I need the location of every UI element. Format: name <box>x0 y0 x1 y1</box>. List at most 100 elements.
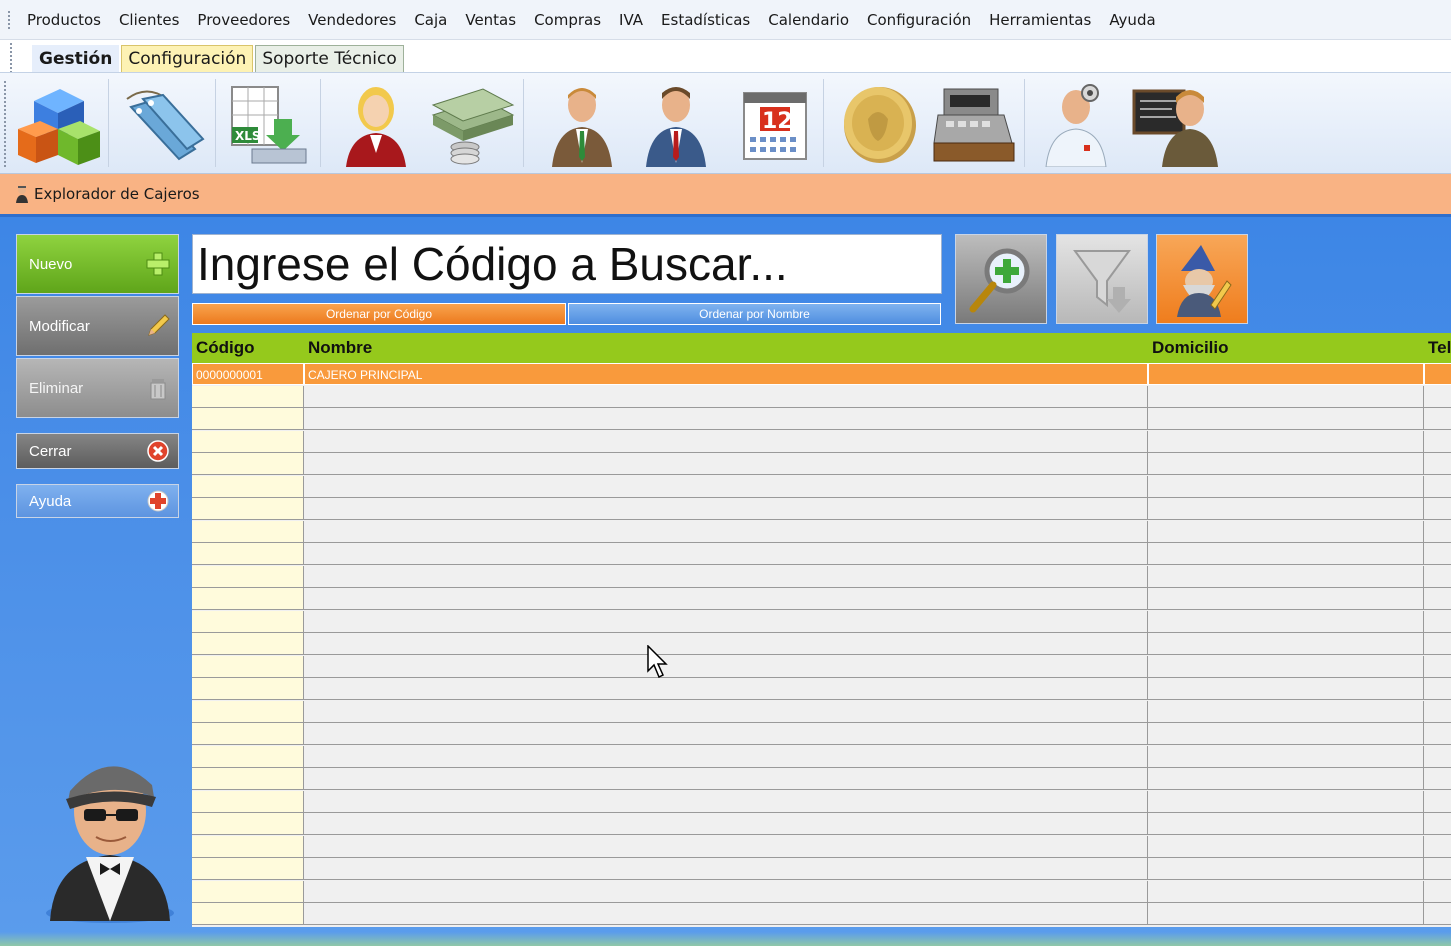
cell-domicilio[interactable] <box>1148 880 1424 903</box>
cell-domicilio[interactable] <box>1148 520 1424 543</box>
cell-tel[interactable] <box>1424 880 1451 903</box>
cell-codigo[interactable] <box>192 723 304 745</box>
cell-domicilio[interactable] <box>1148 498 1424 520</box>
table-row[interactable] <box>192 565 1451 589</box>
cell-tel[interactable] <box>1424 498 1451 520</box>
cell-tel[interactable] <box>1424 408 1451 430</box>
cell-codigo[interactable] <box>192 543 304 565</box>
ribbon-capacitacion-button[interactable] <box>1130 76 1222 170</box>
column-tel[interactable]: Tel <box>1424 333 1451 363</box>
search-input[interactable] <box>192 234 942 294</box>
search-add-button[interactable] <box>955 234 1047 324</box>
tab-configuracion[interactable]: Configuración <box>121 45 254 73</box>
cell-tel[interactable] <box>1424 588 1451 610</box>
table-row[interactable] <box>192 700 1451 724</box>
table-row[interactable] <box>192 678 1451 701</box>
cell-nombre[interactable] <box>304 655 1148 678</box>
sort-by-code-button[interactable]: Ordenar por Código <box>192 303 566 325</box>
cell-nombre[interactable] <box>304 903 1148 925</box>
cell-nombre[interactable] <box>304 498 1148 520</box>
table-row[interactable] <box>192 655 1451 679</box>
cell-domicilio[interactable] <box>1148 813 1424 835</box>
ayuda-button[interactable]: Ayuda <box>16 484 179 518</box>
cell-tel[interactable] <box>1424 768 1451 790</box>
cell-nombre[interactable] <box>304 745 1148 768</box>
menu-calendario[interactable]: Calendario <box>759 8 858 32</box>
cell-nombre[interactable] <box>304 813 1148 835</box>
table-row[interactable] <box>192 408 1451 431</box>
column-domicilio[interactable]: Domicilio <box>1148 333 1424 363</box>
menu-productos[interactable]: Productos <box>18 8 110 32</box>
cell-domicilio[interactable] <box>1148 565 1424 588</box>
cell-domicilio[interactable] <box>1148 543 1424 565</box>
cell-nombre[interactable] <box>304 475 1148 498</box>
cell-tel[interactable] <box>1424 475 1451 498</box>
cell-tel[interactable] <box>1424 858 1451 880</box>
cell-codigo[interactable] <box>192 565 304 588</box>
cell-nombre[interactable] <box>304 610 1148 633</box>
menu-estadisticas[interactable]: Estadísticas <box>652 8 759 32</box>
cell-codigo[interactable] <box>192 520 304 543</box>
cell-domicilio[interactable] <box>1148 453 1424 475</box>
cell-domicilio[interactable] <box>1148 363 1424 385</box>
cell-nombre[interactable] <box>304 385 1148 408</box>
cell-codigo[interactable] <box>192 408 304 430</box>
cell-tel[interactable] <box>1424 655 1451 678</box>
cell-codigo[interactable] <box>192 768 304 790</box>
cell-nombre[interactable] <box>304 723 1148 745</box>
ribbon-proveedores-button[interactable] <box>630 76 722 170</box>
table-row[interactable] <box>192 475 1451 499</box>
table-row[interactable] <box>192 880 1451 904</box>
cell-nombre[interactable] <box>304 408 1148 430</box>
cell-nombre[interactable] <box>304 880 1148 903</box>
table-row[interactable] <box>192 543 1451 566</box>
cell-nombre[interactable] <box>304 700 1148 723</box>
ribbon-caja-button[interactable] <box>425 76 517 170</box>
cell-nombre[interactable]: CAJERO PRINCIPAL <box>304 363 1148 385</box>
cell-nombre[interactable] <box>304 633 1148 655</box>
column-nombre[interactable]: Nombre <box>304 333 1148 363</box>
cell-tel[interactable] <box>1424 678 1451 700</box>
cell-tel[interactable] <box>1424 610 1451 633</box>
cell-nombre[interactable] <box>304 858 1148 880</box>
ribbon-grip[interactable] <box>4 81 7 167</box>
cell-tel[interactable] <box>1424 543 1451 565</box>
table-row[interactable]: 0000000001 CAJERO PRINCIPAL <box>192 363 1451 386</box>
cell-domicilio[interactable] <box>1148 408 1424 430</box>
cell-domicilio[interactable] <box>1148 745 1424 768</box>
menu-vendedores[interactable]: Vendedores <box>299 8 405 32</box>
table-row[interactable] <box>192 745 1451 769</box>
cell-tel[interactable] <box>1424 633 1451 655</box>
menu-clientes[interactable]: Clientes <box>110 8 188 32</box>
cell-codigo[interactable] <box>192 475 304 498</box>
table-row[interactable] <box>192 633 1451 656</box>
cell-tel[interactable] <box>1424 700 1451 723</box>
cell-tel[interactable] <box>1424 453 1451 475</box>
cell-tel[interactable] <box>1424 385 1451 408</box>
cell-codigo[interactable] <box>192 633 304 655</box>
cell-domicilio[interactable] <box>1148 655 1424 678</box>
cell-tel[interactable] <box>1424 430 1451 453</box>
cell-nombre[interactable] <box>304 588 1148 610</box>
cell-codigo[interactable] <box>192 880 304 903</box>
cell-nombre[interactable] <box>304 790 1148 813</box>
cell-nombre[interactable] <box>304 453 1148 475</box>
wizard-button[interactable] <box>1156 234 1248 324</box>
cell-codigo[interactable] <box>192 430 304 453</box>
cell-codigo[interactable] <box>192 453 304 475</box>
table-row[interactable] <box>192 903 1451 926</box>
cell-domicilio[interactable] <box>1148 678 1424 700</box>
table-row[interactable] <box>192 610 1451 634</box>
cell-domicilio[interactable] <box>1148 385 1424 408</box>
ribbon-clientes-button[interactable] <box>536 76 628 170</box>
cell-domicilio[interactable] <box>1148 633 1424 655</box>
table-row[interactable] <box>192 858 1451 881</box>
ribbon-precios-button[interactable] <box>115 76 207 170</box>
cerrar-button[interactable]: Cerrar <box>16 433 179 469</box>
cell-domicilio[interactable] <box>1148 858 1424 880</box>
cell-codigo[interactable] <box>192 498 304 520</box>
ribbon-vendedores-button[interactable] <box>330 76 422 170</box>
table-row[interactable] <box>192 385 1451 409</box>
ribbon-caja-registradora-button[interactable] <box>928 76 1020 170</box>
cell-codigo[interactable] <box>192 700 304 723</box>
